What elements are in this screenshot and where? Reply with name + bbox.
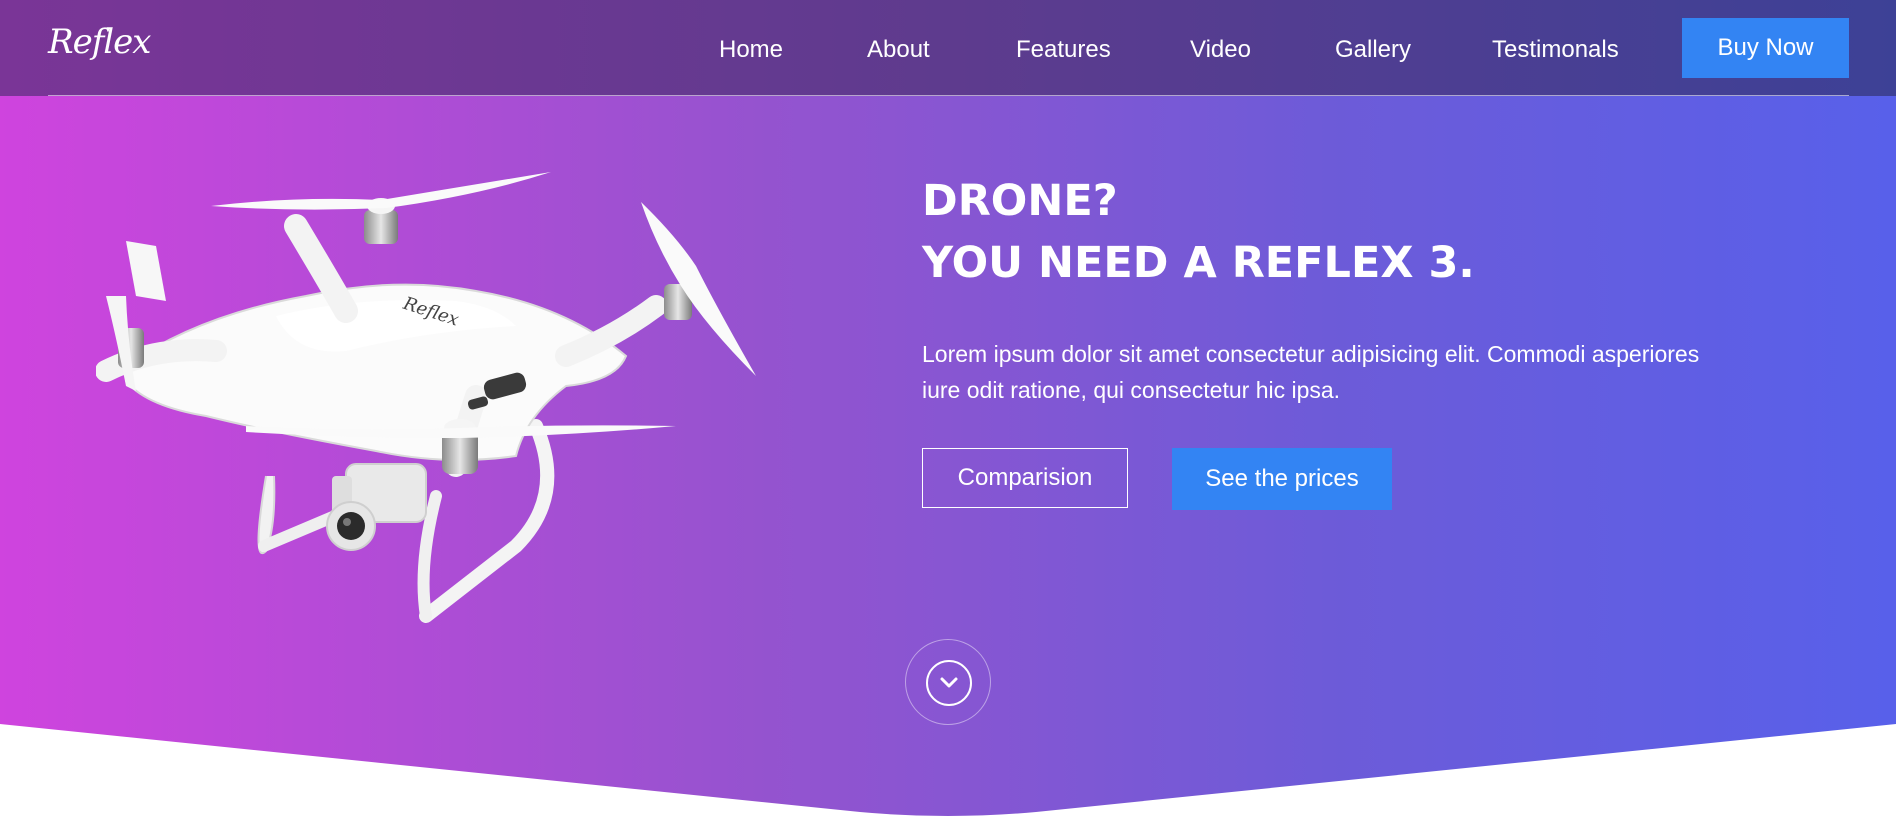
header-divider [48,95,1849,96]
hero-description: Lorem ipsum dolor sit amet consectetur a… [922,341,1700,403]
scroll-down-button[interactable] [905,639,991,725]
hero-headline: DRONE? YOU NEED A REFLEX 3. [922,170,1475,294]
chevron-down-icon [940,677,958,688]
nav-about[interactable]: About [867,36,930,64]
see-prices-button[interactable]: See the prices [1172,448,1392,510]
headline-line-2: YOU NEED A REFLEX 3. [922,238,1475,288]
nav-features[interactable]: Features [1016,36,1111,64]
headline-line-1: DRONE? [922,176,1118,226]
buy-now-button[interactable]: Buy Now [1682,18,1849,78]
scroll-down-inner[interactable] [926,660,972,706]
logo[interactable]: Reflex [48,22,151,62]
nav-video[interactable]: Video [1190,36,1251,64]
nav-home[interactable]: Home [719,36,783,64]
drone-image: Reflex [96,172,756,623]
nav-testimonals[interactable]: Testimonals [1492,36,1619,64]
comparison-button[interactable]: Comparision [922,448,1128,508]
nav-gallery[interactable]: Gallery [1335,36,1411,64]
